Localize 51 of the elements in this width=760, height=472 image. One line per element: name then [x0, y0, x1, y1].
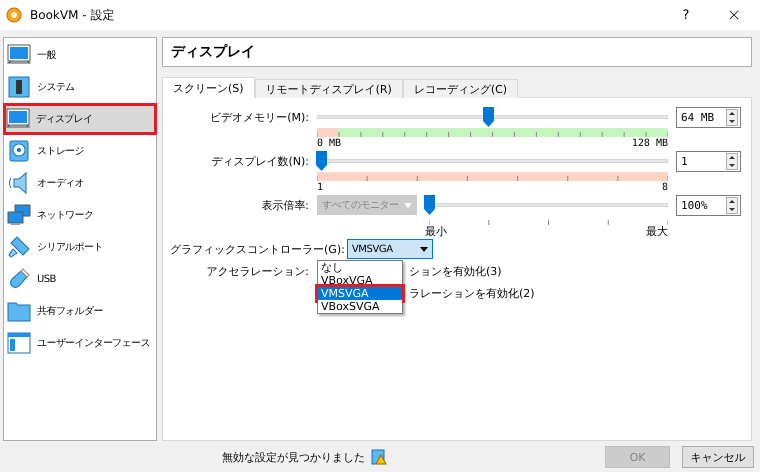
tab[interactable]: リモートディスプレイ(R) — [254, 79, 403, 98]
section-title: ディスプレイ — [162, 37, 752, 67]
sidebar-item[interactable]: 共有フォルダー — [4, 295, 156, 327]
field-label: ディスプレイ数(N): — [210, 154, 309, 168]
chip-icon — [7, 75, 31, 99]
dropdown-option[interactable]: VBoxSVGA — [318, 300, 402, 313]
sidebar-item[interactable]: 一般 — [4, 39, 156, 71]
sidebar-item[interactable]: USB — [4, 263, 156, 295]
field-label: 表示倍率: — [260, 198, 309, 212]
number-field[interactable]: 100% — [676, 194, 741, 216]
dropdown-option[interactable]: なし — [318, 261, 402, 274]
scale-max-label: 最大 — [646, 225, 668, 238]
dropdown-option[interactable]: VMSVGA — [318, 287, 402, 300]
field-label: アクセラレーション: — [205, 264, 309, 278]
checkbox-label: ションを有効化(3) — [409, 264, 502, 278]
spin-arrows-icon[interactable] — [726, 196, 738, 214]
scale-max-label: 8 — [662, 181, 668, 194]
sidebar-item[interactable]: システム — [4, 71, 156, 103]
number-field[interactable]: 1 — [676, 150, 741, 172]
warning-icon[interactable] — [371, 449, 387, 465]
sidebar-item[interactable]: ネットワーク — [4, 199, 156, 231]
caret-icon — [404, 202, 412, 208]
scale-min-label: 0 MB — [317, 137, 342, 150]
warning-text: 無効な設定が見つかりました — [222, 450, 365, 464]
scale-max-label: 128 MB — [632, 137, 668, 150]
number-field[interactable]: 64 MB — [676, 106, 741, 128]
field-label: ビデオメモリー(M): — [209, 110, 309, 124]
caret-icon — [420, 246, 428, 252]
slider-thumb[interactable] — [316, 151, 327, 171]
sidebar-item[interactable]: オーディオ — [4, 167, 156, 199]
scale-min-label: 1 — [317, 181, 324, 194]
window-title: BookVM - 設定 — [30, 6, 116, 24]
sidebar-item[interactable]: シリアルポート — [4, 231, 156, 263]
dialog-button[interactable]: キャンセル — [682, 446, 754, 468]
network-icon — [7, 203, 31, 227]
tab[interactable]: レコーディング(C) — [402, 79, 518, 98]
help-button[interactable]: ? — [666, 1, 706, 29]
controller-combo[interactable]: VMSVGA — [346, 239, 433, 259]
checkbox-label: ラレーションを有効化(2) — [409, 286, 535, 300]
window-layout-icon — [7, 331, 31, 355]
scale-min-label: 最小 — [425, 225, 447, 238]
spin-arrows-icon[interactable] — [726, 108, 738, 126]
sidebar-item[interactable]: ディスプレイ — [3, 103, 157, 135]
tab[interactable]: スクリーン(S) — [162, 77, 255, 98]
spin-arrows-icon[interactable] — [726, 152, 738, 170]
usb-plug-icon — [7, 267, 31, 291]
sidebar-item[interactable]: ユーザーインターフェース — [4, 327, 156, 359]
slider-thumb[interactable] — [483, 107, 494, 127]
sidebar-item[interactable]: ストレージ — [4, 135, 156, 167]
field-label: グラフィックスコントローラー(G): — [170, 242, 345, 256]
slider-thumb[interactable] — [424, 195, 435, 215]
